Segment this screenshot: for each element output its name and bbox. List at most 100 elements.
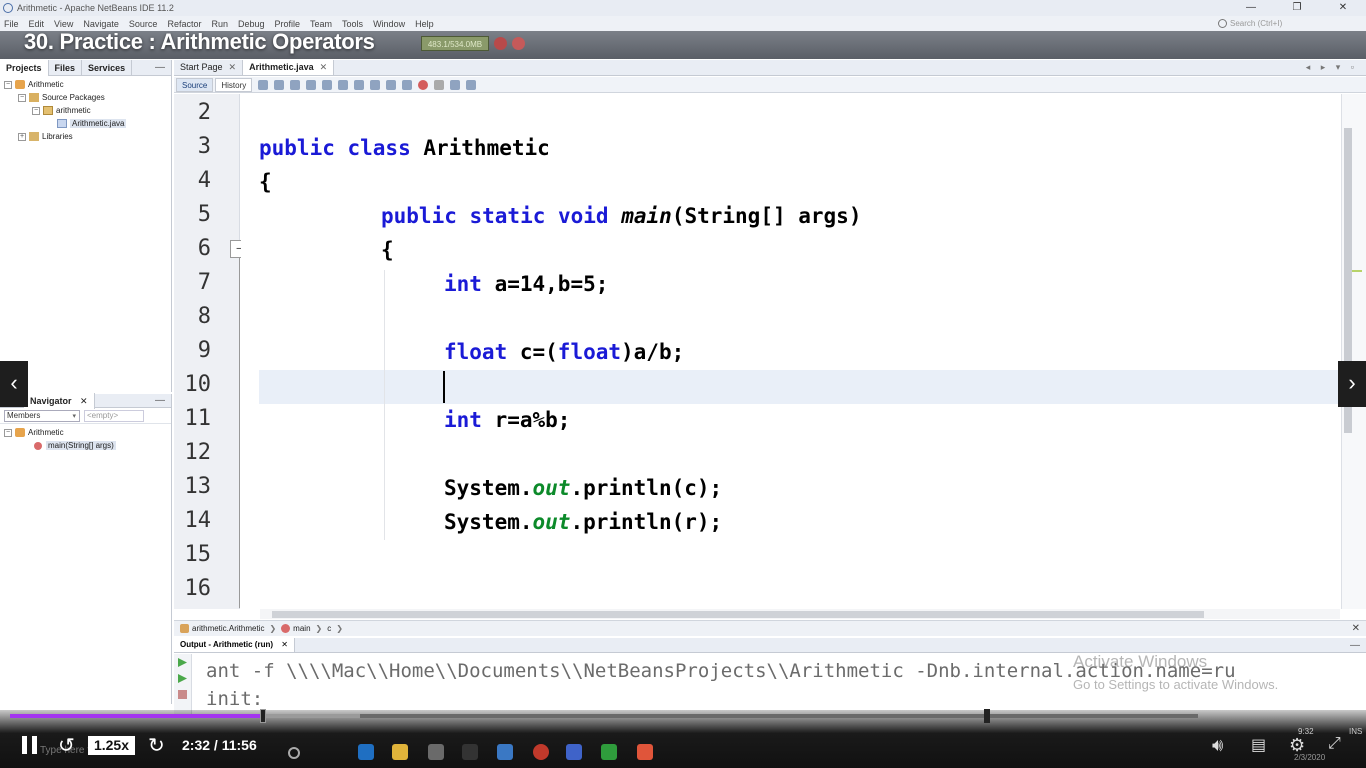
line-number: 16: [184, 576, 212, 601]
editor-tab-nav-icons[interactable]: ◂ ▸ ▾ ▫: [1306, 62, 1358, 73]
rerun-icon[interactable]: [178, 658, 187, 667]
menu-tools[interactable]: Tools: [342, 19, 363, 29]
breadcrumb-item-variable[interactable]: c: [327, 624, 331, 633]
navigator-filter-select[interactable]: <empty>: [84, 409, 144, 422]
tree-item-arithmetic-java[interactable]: Arithmetic.java: [0, 117, 171, 130]
record-macro-icon[interactable]: [418, 79, 429, 90]
forward-button[interactable]: ↻: [148, 733, 165, 758]
close-output-icon[interactable]: ✕: [281, 640, 288, 649]
close-tab-icon[interactable]: ✕: [229, 62, 237, 72]
breadcrumb-item-method[interactable]: main: [293, 624, 310, 633]
stop-macro-icon[interactable]: [434, 79, 445, 90]
eclipse-icon[interactable]: [533, 744, 549, 760]
previous-lecture-button[interactable]: ‹: [0, 361, 28, 407]
menu-source[interactable]: Source: [129, 19, 158, 29]
code-token: Arithmetic: [410, 136, 550, 160]
gc-icon[interactable]: [494, 37, 507, 50]
close-tab-icon[interactable]: ✕: [320, 62, 328, 72]
shift-left-icon[interactable]: [386, 79, 397, 90]
horizontal-scroll-thumb[interactable]: [272, 611, 1204, 618]
members-select[interactable]: Members ▾: [4, 409, 80, 422]
toggle-bookmark-icon[interactable]: [370, 79, 381, 90]
playback-speed-button[interactable]: 1.25x: [88, 736, 135, 755]
close-navigator-icon[interactable]: ✕: [80, 396, 88, 406]
tab-output[interactable]: Output - Arithmetic (run) ✕: [174, 638, 295, 652]
collapse-toggle-icon[interactable]: −: [32, 106, 40, 115]
menu-view[interactable]: View: [54, 19, 73, 29]
nav-item-main[interactable]: main(String[] args): [0, 439, 171, 452]
terminal-icon[interactable]: [462, 744, 478, 760]
menu-window[interactable]: Window: [373, 19, 405, 29]
menu-help[interactable]: Help: [415, 19, 434, 29]
file-explorer-icon[interactable]: [392, 744, 408, 760]
projects-panel-tabs: Projects Files Services —: [0, 59, 171, 76]
tab-start-page[interactable]: Start Page ✕: [174, 60, 244, 75]
expand-toggle-icon[interactable]: +: [18, 132, 26, 141]
history-view-button[interactable]: History: [215, 77, 253, 92]
close-window-button[interactable]: ✕: [1320, 0, 1366, 16]
tree-item-source-packages[interactable]: − Source Packages: [0, 91, 171, 104]
source-view-button[interactable]: Source: [176, 77, 214, 92]
memory-indicator[interactable]: 483.1/534.0MB: [421, 36, 489, 51]
maximize-window-button[interactable]: ❐: [1274, 0, 1320, 16]
video-scrubber-handle[interactable]: [260, 709, 266, 723]
minimize-output-icon[interactable]: —: [1350, 640, 1360, 651]
tree-item-arithmetic-package[interactable]: − arithmetic: [0, 104, 171, 117]
tree-item-arithmetic-project[interactable]: − Arithmetic: [0, 78, 171, 91]
rerun-with-params-icon[interactable]: [178, 674, 187, 683]
shift-right-icon[interactable]: [402, 79, 413, 90]
store-icon[interactable]: [428, 744, 444, 760]
next-lecture-button[interactable]: ›: [1338, 361, 1366, 407]
find-previous-icon[interactable]: [322, 79, 333, 90]
last-edit-icon[interactable]: [258, 79, 269, 90]
captions-icon[interactable]: ▤: [1251, 735, 1266, 755]
tab-projects[interactable]: Projects: [0, 59, 49, 76]
virtualbox-icon[interactable]: [566, 744, 582, 760]
menu-profile[interactable]: Profile: [275, 19, 301, 29]
forward-icon[interactable]: [290, 79, 301, 90]
back-icon[interactable]: [274, 79, 285, 90]
stop-icon[interactable]: [178, 690, 187, 699]
menu-file[interactable]: File: [4, 19, 19, 29]
fullscreen-icon[interactable]: ⤢: [1328, 735, 1341, 753]
find-next-icon[interactable]: [338, 79, 349, 90]
collapse-toggle-icon[interactable]: −: [4, 428, 12, 437]
menu-run[interactable]: Run: [211, 19, 228, 29]
tab-services[interactable]: Services: [82, 59, 133, 76]
menu-team[interactable]: Team: [310, 19, 332, 29]
red-app-icon[interactable]: [637, 744, 653, 760]
cortana-icon[interactable]: [288, 747, 300, 759]
profile-icon[interactable]: [512, 37, 525, 50]
rewind-button[interactable]: ↺: [58, 733, 75, 758]
find-icon[interactable]: [306, 79, 317, 90]
volume-icon[interactable]: 🔊︎: [1212, 735, 1223, 756]
tab-arithmetic-java[interactable]: Arithmetic.java ✕: [243, 60, 335, 75]
minimize-navigator-icon[interactable]: —: [155, 395, 165, 406]
close-breadcrumb-icon[interactable]: ✕: [1352, 623, 1360, 634]
nav-item-arithmetic[interactable]: − Arithmetic: [0, 426, 171, 439]
tab-files[interactable]: Files: [49, 59, 83, 76]
minimize-window-button[interactable]: —: [1228, 0, 1274, 16]
libraries-icon: [29, 132, 39, 141]
menu-edit[interactable]: Edit: [29, 19, 45, 29]
breadcrumb-item-class[interactable]: arithmetic.Arithmetic: [192, 624, 264, 633]
error-stripe-mark[interactable]: [1352, 270, 1362, 272]
pause-button[interactable]: [22, 736, 38, 754]
code-editor[interactable]: public class Arithmetic { public static …: [241, 94, 1341, 609]
ide-search-box[interactable]: Search (Ctrl+I): [1218, 17, 1358, 29]
toggle-highlight-icon[interactable]: [354, 79, 365, 90]
code-token: c=(: [507, 340, 558, 364]
app-icon[interactable]: [497, 744, 513, 760]
tree-item-libraries[interactable]: + Libraries: [0, 130, 171, 143]
tab-navigator[interactable]: Navigator ✕: [24, 392, 95, 409]
edge-icon[interactable]: [358, 744, 374, 760]
uncomment-icon[interactable]: [466, 79, 477, 90]
menu-navigate[interactable]: Navigate: [83, 19, 119, 29]
green-app-icon[interactable]: [601, 744, 617, 760]
minimize-panel-icon[interactable]: —: [155, 62, 165, 73]
collapse-toggle-icon[interactable]: −: [4, 80, 12, 89]
menu-refactor[interactable]: Refactor: [167, 19, 201, 29]
menu-debug[interactable]: Debug: [238, 19, 265, 29]
comment-icon[interactable]: [450, 79, 461, 90]
collapse-toggle-icon[interactable]: −: [18, 93, 26, 102]
